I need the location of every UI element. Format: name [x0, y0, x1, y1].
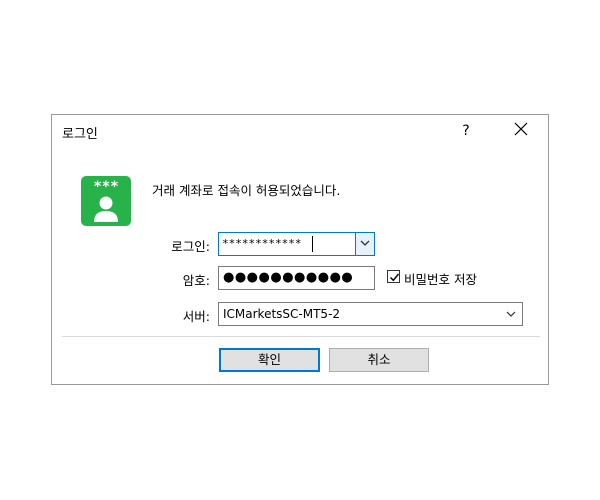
checkmark-icon [390, 273, 400, 282]
login-dropdown-button[interactable] [355, 233, 374, 255]
login-input-value[interactable]: ************ [222, 234, 301, 254]
help-button[interactable]: ? [452, 119, 480, 143]
ok-button[interactable]: 확인 [219, 348, 320, 372]
chevron-down-icon [360, 240, 370, 246]
login-label: 로그인: [171, 239, 210, 254]
close-button[interactable] [506, 119, 536, 143]
text-caret [312, 236, 313, 252]
chevron-down-icon [506, 311, 516, 317]
server-value[interactable]: ICMarketsSC-MT5-2 [223, 303, 340, 325]
login-user-icon: *** [81, 176, 131, 226]
status-message: 거래 계좌로 접속이 허용되었습니다. [152, 183, 341, 198]
divider [62, 336, 540, 337]
login-combobox[interactable]: ************ [218, 232, 375, 256]
password-label: 암호: [182, 273, 210, 288]
close-icon [514, 122, 528, 136]
cancel-button[interactable]: 취소 [329, 348, 429, 372]
title-bar: 로그인 ? [52, 115, 548, 147]
app-icon-text: *** [93, 179, 118, 195]
server-label: 서버: [182, 309, 210, 324]
password-field[interactable]: ●●●●●●●●●●● [218, 266, 375, 290]
dialog-title: 로그인 [62, 127, 98, 142]
server-select[interactable]: ICMarketsSC-MT5-2 [218, 302, 523, 326]
password-input-value[interactable]: ●●●●●●●●●●● [223, 267, 353, 289]
checkbox-box[interactable] [387, 270, 400, 283]
save-password-label[interactable]: 비밀번호 저장 [404, 269, 477, 288]
login-dialog: 로그인 ? *** 거래 계좌로 접속이 허용되었습니다. 로그인: *****… [51, 114, 549, 385]
